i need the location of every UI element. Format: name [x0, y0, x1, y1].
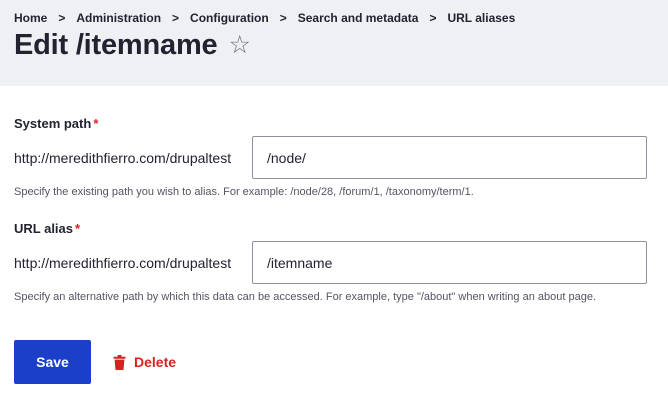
- url-alias-field: URL alias * http://meredithfierro.com/dru…: [14, 221, 647, 303]
- breadcrumb: Home > Administration > Configuration > …: [14, 11, 654, 25]
- star-outline-icon[interactable]: ☆: [228, 33, 250, 58]
- system-path-input[interactable]: [252, 136, 647, 179]
- delete-label: Delete: [134, 354, 177, 370]
- trash-icon: [113, 354, 126, 370]
- system-path-description: Specify the existing path you wish to al…: [14, 186, 474, 198]
- url-alias-input[interactable]: [252, 241, 647, 284]
- required-marker: *: [75, 221, 81, 236]
- breadcrumb-search-and-metadata[interactable]: Search and metadata: [298, 11, 419, 25]
- delete-button[interactable]: Delete: [113, 354, 176, 370]
- system-path-label-text: System path: [14, 116, 92, 131]
- system-path-label: System path *: [14, 116, 647, 131]
- url-alias-input-row: http://meredithfierro.com/drupaltest: [14, 241, 647, 284]
- breadcrumb-separator: >: [172, 11, 180, 25]
- required-marker: *: [93, 116, 99, 131]
- url-alias-label: URL alias *: [14, 221, 647, 236]
- title-row: Edit /itemname ☆: [14, 29, 654, 62]
- breadcrumb-separator: >: [279, 11, 287, 25]
- page-title: Edit /itemname: [14, 29, 218, 61]
- save-button[interactable]: Save: [14, 340, 91, 384]
- breadcrumb-home[interactable]: Home: [14, 11, 47, 25]
- form-actions: Save Delete: [14, 340, 176, 384]
- url-alias-prefix: http://meredithfierro.com/drupaltest: [14, 254, 232, 271]
- breadcrumb-separator: >: [429, 11, 437, 25]
- url-alias-description: Specify an alternative path by which thi…: [14, 291, 596, 303]
- system-path-field: System path * http://meredithfierro.com/d…: [14, 116, 647, 198]
- url-alias-label-text: URL alias: [14, 221, 74, 236]
- breadcrumb-administration[interactable]: Administration: [76, 11, 161, 25]
- breadcrumb-separator: >: [58, 11, 66, 25]
- system-path-input-row: http://meredithfierro.com/drupaltest: [14, 136, 647, 179]
- page-header: Home > Administration > Configuration > …: [0, 0, 668, 86]
- breadcrumb-configuration[interactable]: Configuration: [190, 11, 269, 25]
- system-path-prefix: http://meredithfierro.com/drupaltest: [14, 149, 232, 166]
- breadcrumb-url-aliases[interactable]: URL aliases: [447, 11, 515, 25]
